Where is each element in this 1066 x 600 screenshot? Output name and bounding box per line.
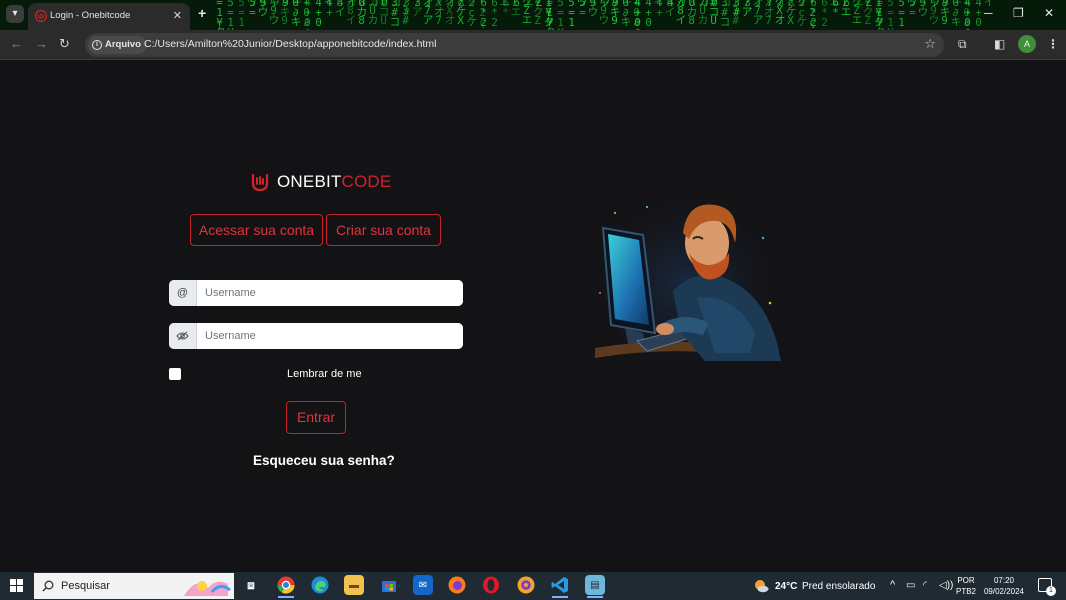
browser-toolbar: ← → ↻ i Arquivo C:/Users/Amilton%20Junio… bbox=[0, 30, 1066, 60]
maximize-icon[interactable]: ❐ bbox=[1013, 6, 1024, 20]
notification-icon[interactable]: 1 bbox=[1038, 578, 1056, 596]
clock-time: 07:20 bbox=[993, 576, 1015, 585]
matrix-glyph-column: 5=1¥ bbox=[884, 0, 897, 30]
matrix-glyph-column: =1¥ク bbox=[543, 0, 556, 30]
matrix-glyph-column: =1¥ク bbox=[213, 0, 226, 30]
taskbar-search-placeholder: Pesquisar bbox=[61, 580, 110, 592]
remember-label: Lembrar de me bbox=[287, 368, 362, 380]
username-field: @ bbox=[169, 280, 463, 306]
favicon-icon bbox=[35, 10, 47, 22]
firefox-icon[interactable] bbox=[447, 575, 467, 595]
minimize-icon[interactable]: ─ bbox=[984, 6, 993, 20]
new-tab-button[interactable]: + bbox=[198, 5, 206, 21]
notification-count: 1 bbox=[1046, 586, 1056, 596]
weather-icon bbox=[755, 580, 769, 593]
matrix-glyph-column: 6*2ç bbox=[477, 0, 490, 30]
language-code: POR bbox=[957, 576, 975, 585]
matrix-glyph-column: 4+0∂ bbox=[301, 0, 314, 30]
address-bar[interactable]: i Arquivo C:/Users/Amilton%20Junior/Desk… bbox=[85, 33, 944, 57]
weather-description[interactable]: Pred ensolarado bbox=[802, 581, 875, 592]
search-icon bbox=[42, 580, 54, 592]
brand-name-red: CODE bbox=[341, 172, 392, 191]
password-field bbox=[169, 323, 463, 349]
brand-name-white: ONEBIT bbox=[277, 172, 342, 191]
matrix-glyph-column: 5=1¥ bbox=[224, 0, 237, 30]
tab-close-icon[interactable]: ✕ bbox=[173, 9, 182, 22]
task-view-icon[interactable]: ⧈ bbox=[241, 575, 261, 595]
opera-icon[interactable] bbox=[481, 575, 501, 595]
site-info-chip[interactable]: i Arquivo bbox=[88, 36, 147, 54]
battery-icon[interactable]: ▭ bbox=[906, 580, 915, 591]
matrix-glyph-column: 6*2ç bbox=[807, 0, 820, 30]
brand-logo: ONEBITCODE bbox=[249, 171, 391, 193]
matrix-glyph-column: 4+0∂ bbox=[631, 0, 644, 30]
password-input[interactable] bbox=[197, 323, 463, 349]
reload-icon[interactable]: ↻ bbox=[59, 36, 70, 52]
search-highlight-illustration bbox=[184, 581, 231, 596]
chevron-up-icon[interactable]: ^ bbox=[890, 579, 895, 591]
at-icon: @ bbox=[169, 280, 197, 306]
side-panel-icon[interactable]: ◧ bbox=[994, 37, 1005, 51]
username-input[interactable] bbox=[197, 280, 463, 306]
tab-title: Login - Onebitcode bbox=[50, 10, 131, 21]
forward-icon[interactable]: → bbox=[35, 36, 48, 51]
brave-icon[interactable] bbox=[516, 575, 536, 595]
tab-list-icon[interactable]: ▾ bbox=[6, 5, 24, 23]
signup-tab-button[interactable]: Criar sua conta bbox=[326, 214, 441, 246]
submit-button[interactable]: Entrar bbox=[286, 401, 346, 434]
file-explorer-icon[interactable]: ▬ bbox=[344, 575, 364, 595]
clock[interactable]: 07:20 09/02/2024 bbox=[981, 575, 1027, 597]
matrix-glyph-column: =1¥ク bbox=[873, 0, 886, 30]
info-icon: i bbox=[92, 40, 102, 50]
taskbar-search-box[interactable]: Pesquisar bbox=[34, 573, 234, 599]
site-info-label: Arquivo bbox=[105, 39, 141, 50]
browser-tab[interactable]: Login - Onebitcode ✕ bbox=[28, 3, 190, 30]
onebitcode-logo-icon bbox=[251, 173, 269, 192]
forgot-password-link[interactable]: Esqueceu sua senha? bbox=[253, 453, 395, 468]
profile-avatar[interactable]: A bbox=[1018, 35, 1036, 53]
remember-checkbox[interactable] bbox=[169, 368, 181, 380]
vscode-icon[interactable] bbox=[550, 575, 570, 598]
programmer-illustration bbox=[585, 188, 785, 378]
browser-tab-strip: =1¥ク 5=1¥ ウ5=1 9ウ5= キ9ウ5 ∂キ9ウ 0∂キ9 +0∂キ 4+0∂ イ4+0… bbox=[0, 0, 1066, 30]
windows-start-icon[interactable] bbox=[10, 579, 23, 592]
matrix-glyph-column: 4+0∂ bbox=[961, 0, 974, 30]
close-window-icon[interactable]: ✕ bbox=[1044, 6, 1054, 20]
wifi-icon[interactable]: ◜ bbox=[923, 580, 927, 591]
windows-taskbar: Pesquisar ⧈ ▬ ✉ ▤ 24°C Pred ensolarado ^… bbox=[0, 572, 1066, 600]
notepad-icon[interactable]: ▤ bbox=[585, 575, 605, 598]
edge-icon[interactable] bbox=[310, 575, 330, 595]
extensions-icon[interactable]: ⧉ bbox=[958, 37, 967, 52]
back-icon[interactable]: ← bbox=[10, 36, 23, 51]
weather-temperature[interactable]: 24°C bbox=[775, 581, 797, 592]
clock-date: 09/02/2024 bbox=[983, 587, 1025, 596]
keyboard-layout: PTB2 bbox=[955, 587, 976, 596]
menu-icon[interactable]: ⋮ bbox=[1047, 37, 1059, 51]
login-page: ONEBITCODE Acessar sua conta Criar sua c… bbox=[0, 61, 1066, 572]
volume-icon[interactable]: ◁)) bbox=[939, 580, 953, 591]
url-text[interactable]: C:/Users/Amilton%20Junior/Desktop/appone… bbox=[144, 38, 436, 50]
mail-icon[interactable]: ✉ bbox=[413, 575, 433, 595]
eye-slash-icon[interactable] bbox=[169, 323, 197, 349]
chrome-icon[interactable] bbox=[276, 575, 296, 598]
matrix-glyph-column: 5=1¥ bbox=[554, 0, 567, 30]
login-tab-button[interactable]: Acessar sua conta bbox=[190, 214, 323, 246]
language-indicator[interactable]: POR PTB2 bbox=[955, 575, 977, 597]
store-icon[interactable] bbox=[379, 575, 399, 595]
bookmark-star-icon[interactable]: ☆ bbox=[924, 36, 936, 52]
